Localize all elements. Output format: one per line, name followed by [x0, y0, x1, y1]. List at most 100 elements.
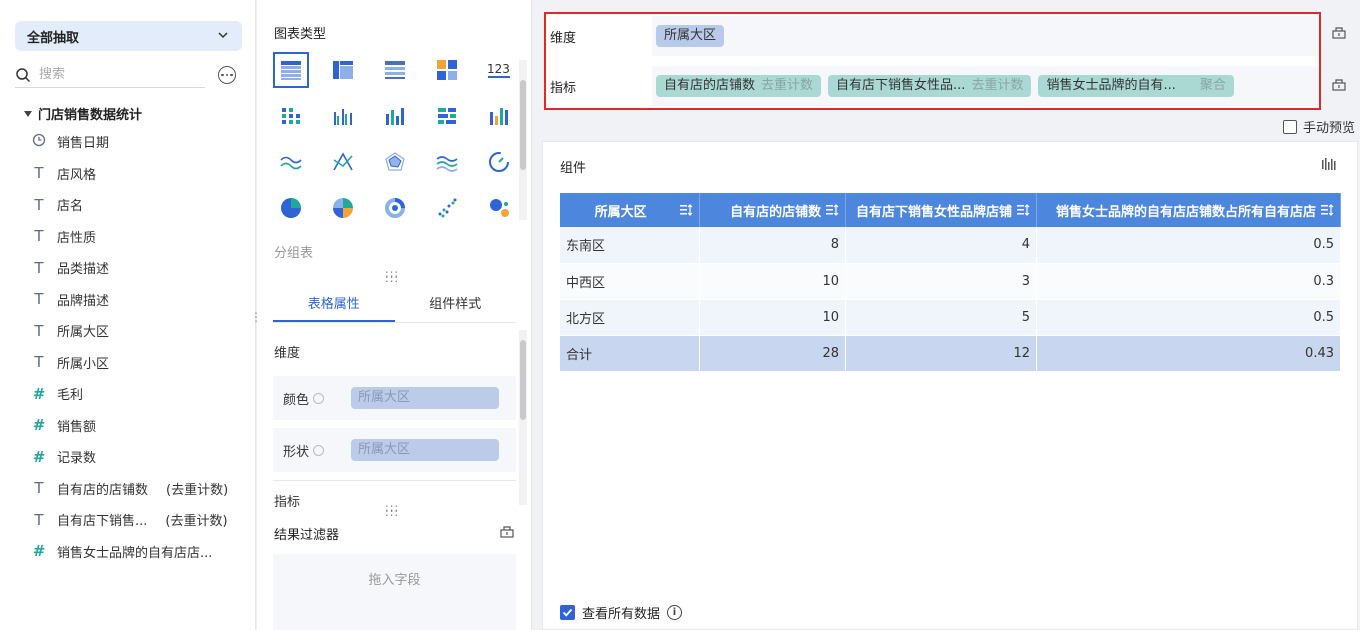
manual-preview-toggle[interactable]: 手动预览 — [1283, 117, 1355, 136]
chart-type-bubble[interactable] — [481, 190, 517, 226]
tab-table-properties[interactable]: 表格属性 — [273, 277, 395, 322]
dot-matrix-icon — [282, 108, 300, 124]
chart-type-bar[interactable] — [377, 98, 413, 134]
metric-chip-tag: 聚合 — [1199, 78, 1226, 93]
metric-label: 指标 — [550, 80, 577, 96]
shape-field-chip[interactable]: 所属大区 — [351, 439, 499, 461]
preview-widget: 组件 所属大区 自有店的店铺数 自有店下销售女性品牌店铺 销售女士品牌的自有店店铺数占… — [542, 141, 1358, 630]
lock-icon[interactable] — [499, 523, 515, 539]
search-input[interactable] — [39, 67, 189, 82]
text-type-icon: T — [34, 164, 44, 183]
donut-icon — [385, 198, 405, 218]
field-item[interactable]: T 店名 — [30, 189, 250, 221]
field-list: 销售日期 T 店风格 T 店名 T 店性质 T 品类描述 T 品牌描述 T 所属大区 T 所属小区 # 毛利 # 销… — [30, 126, 250, 567]
field-item[interactable]: # 销售额 — [30, 410, 250, 442]
search-row — [15, 62, 242, 88]
dataset-name: 门店销售数据统计 — [38, 108, 143, 123]
table-cell: 0.3 — [1036, 263, 1341, 300]
field-item[interactable]: T 店性质 — [30, 221, 250, 253]
field-aggregation: (去重计数) — [166, 482, 229, 498]
kpi-card-icon — [437, 60, 457, 80]
metric-chip[interactable]: 自有店下销售女性品... 去重计数 — [828, 75, 1032, 97]
column-header-label: 销售女士品牌的自有店店铺数占所有自有店店 — [1055, 204, 1316, 220]
chart-type-scatter[interactable] — [429, 190, 465, 226]
field-name: 毛利 — [57, 388, 84, 404]
rose-pie-icon — [333, 198, 353, 218]
data-table: 所属大区 自有店的店铺数 自有店下销售女性品牌店铺 销售女士品牌的自有店店铺数占所有自… — [560, 193, 1341, 372]
color-property-row: 颜色 所属大区 — [273, 376, 516, 420]
field-item[interactable]: T 自有店的店铺数 (去重计数) — [30, 473, 250, 505]
chart-type-area[interactable] — [429, 144, 465, 180]
chart-type-radar-line[interactable] — [325, 144, 361, 180]
dimension-drop-zone[interactable]: 所属大区 — [652, 16, 1319, 56]
field-item[interactable]: # 毛利 — [30, 378, 250, 410]
more-options-icon[interactable] — [218, 66, 236, 84]
chart-type-donut[interactable] — [377, 190, 413, 226]
table-cell: 12 — [845, 335, 1038, 372]
gear-icon[interactable] — [313, 444, 325, 456]
field-item[interactable]: T 所属大区 — [30, 315, 250, 347]
chart-type-colored-bar[interactable] — [481, 98, 517, 134]
chart-type-radar[interactable] — [377, 144, 413, 180]
extract-mode-select[interactable]: 全部抽取 — [15, 21, 242, 51]
chart-type-line[interactable] — [273, 144, 309, 180]
chart-type-gauge[interactable] — [481, 144, 517, 180]
filter-resize-handle[interactable]: :::::: — [385, 502, 399, 518]
chart-config-panel: 图表类型 123 分组表:::::: 表格属性 组件样式 维度 颜色 所属大… — [257, 0, 532, 630]
chart-type-rose-pie[interactable] — [325, 190, 361, 226]
manual-preview-checkbox[interactable] — [1283, 119, 1297, 134]
field-name: 所属大区 — [57, 325, 110, 341]
field-item[interactable]: T 品牌描述 — [30, 284, 250, 316]
tab-component-style[interactable]: 组件样式 — [395, 277, 517, 322]
field-name: 自有店下销售... — [57, 514, 148, 530]
field-item[interactable]: T 品类描述 — [30, 252, 250, 284]
chart-type-scrollbar[interactable] — [519, 60, 527, 220]
calculated-number-icon: # — [32, 447, 46, 466]
metric-chip[interactable]: 自有店的店铺数 去重计数 — [656, 75, 822, 97]
chart-type-number[interactable]: 123 — [481, 52, 517, 88]
column-header[interactable]: 自有店的店铺数 — [699, 193, 847, 227]
metric-chip-name: 销售女士品牌的自有... — [1046, 78, 1176, 93]
column-header[interactable]: 销售女士品牌的自有店店铺数占所有自有店店 — [1036, 193, 1341, 227]
sort-icon[interactable] — [1016, 203, 1030, 217]
field-name: 店性质 — [57, 230, 97, 246]
metric-chip-name: 自有店的店铺数 — [664, 78, 756, 93]
filter-drop-zone[interactable]: 拖入字段 — [273, 554, 516, 630]
field-item[interactable]: T 店风格 — [30, 158, 250, 190]
view-all-data-toggle[interactable]: 查看所有数据 i — [560, 603, 683, 622]
column-header[interactable]: 所属大区 — [560, 193, 701, 227]
chart-type-dot-matrix[interactable] — [273, 98, 309, 134]
chart-type-cross-table[interactable] — [325, 52, 361, 88]
sort-icon[interactable] — [825, 203, 839, 217]
color-field-chip[interactable]: 所属大区 — [351, 387, 499, 409]
lock-icon[interactable] — [1331, 24, 1347, 40]
info-icon[interactable]: i — [667, 605, 683, 620]
column-header[interactable]: 自有店下销售女性品牌店铺 — [845, 193, 1038, 227]
field-item[interactable]: T 自有店下销售... (去重计数) — [30, 504, 250, 536]
property-scrollbar[interactable] — [519, 330, 527, 505]
chart-type-table[interactable] — [273, 52, 309, 88]
chart-type-grouped-bar[interactable] — [325, 98, 361, 134]
field-item[interactable]: 销售日期 — [30, 126, 250, 158]
chart-type-kpi-card[interactable] — [429, 52, 465, 88]
lock-icon[interactable] — [1331, 76, 1347, 92]
gauge-icon — [489, 152, 509, 172]
dataset-node[interactable]: 门店销售数据统计 — [24, 104, 142, 123]
metric-drop-zone[interactable]: 自有店的店铺数 去重计数 自有店下销售女性品... 去重计数 销售女士品牌的自有… — [652, 66, 1319, 106]
sort-icon[interactable] — [679, 203, 693, 217]
field-item[interactable]: # 记录数 — [30, 441, 250, 473]
gear-icon[interactable] — [313, 392, 325, 404]
text-type-icon: T — [34, 227, 44, 246]
dimension-chip[interactable]: 所属大区 — [656, 25, 725, 47]
group-label: 分组表 — [274, 246, 314, 261]
field-item[interactable]: # 销售女士品牌的自有店店... — [30, 536, 250, 568]
bubble-icon — [490, 199, 509, 217]
chart-type-detail-table[interactable] — [377, 52, 413, 88]
bar-chart-icon[interactable] — [1321, 156, 1337, 172]
view-all-checkbox[interactable] — [560, 605, 575, 620]
chart-type-stacked-bar[interactable] — [429, 98, 465, 134]
chart-type-pie[interactable] — [273, 190, 309, 226]
sort-icon[interactable] — [1320, 203, 1334, 217]
field-item[interactable]: T 所属小区 — [30, 347, 250, 379]
metric-chip[interactable]: 销售女士品牌的自有... 聚合 — [1038, 75, 1234, 97]
